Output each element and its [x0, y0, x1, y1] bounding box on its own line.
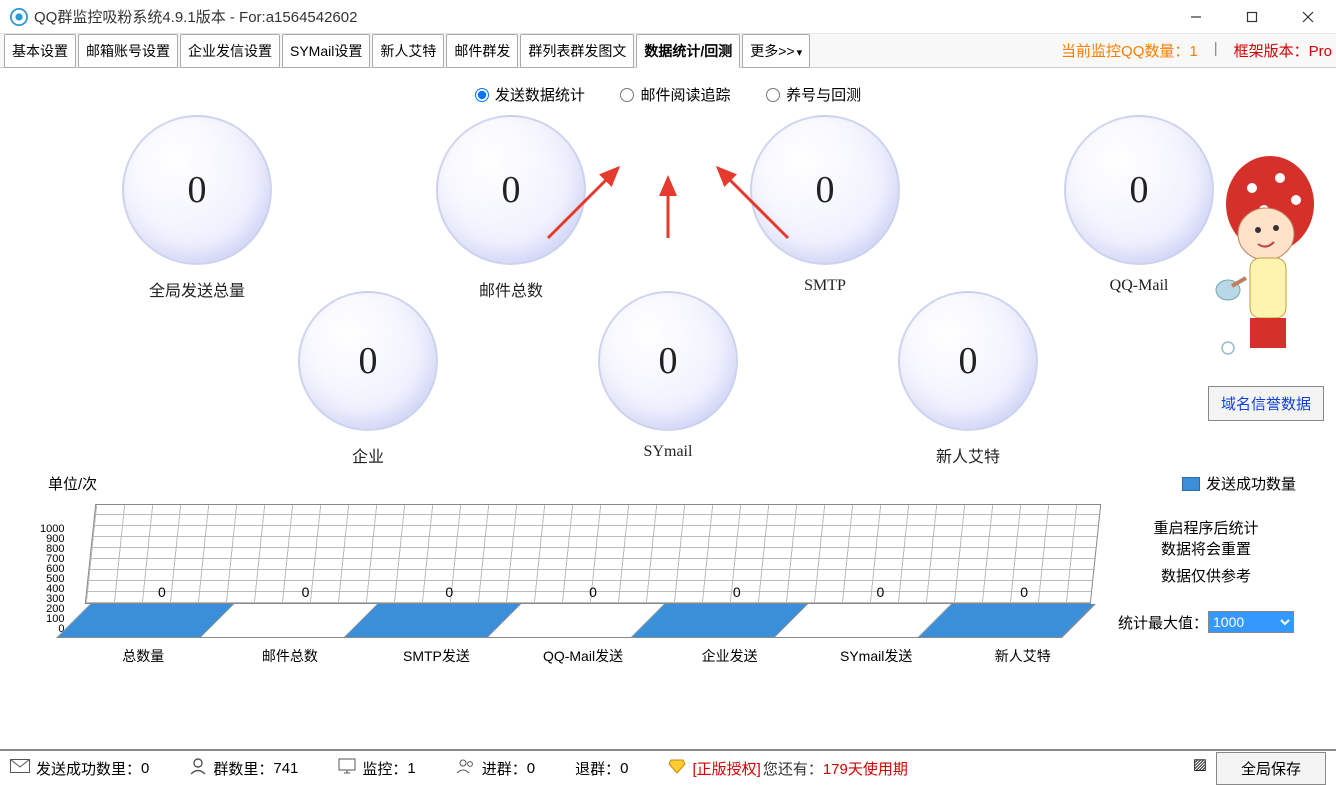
- radio-read-track[interactable]: 邮件阅读追踪: [620, 84, 730, 105]
- footer-group-count: 群数里：741: [189, 757, 298, 779]
- chart-note-reset: 重启程序后统计数据将会重置: [1116, 518, 1296, 560]
- chart-note-reference: 数据仅供参考: [1116, 566, 1296, 587]
- chart-max-value: 统计最大值： 1000: [1116, 611, 1296, 633]
- decoration-right-icon: ▨: [1329, 755, 1336, 781]
- tab-email-accounts[interactable]: 邮箱账号设置: [78, 34, 178, 68]
- envelope-icon: [10, 759, 30, 777]
- status-right: 当前监控QQ数量：1 | 框架版本：Pro: [1061, 40, 1332, 61]
- footer-monitor-count: 监控：1: [338, 758, 415, 779]
- bubble-enterprise: 0 企业: [298, 291, 438, 467]
- decoration-left-icon: ▨: [1187, 755, 1213, 781]
- monitor-icon: [338, 758, 356, 778]
- window-titlebar: QQ群监控吸粉系统4.9.1版本 - For:a1564542602: [0, 0, 1336, 34]
- tab-symail-settings[interactable]: SYMail设置: [282, 34, 370, 68]
- close-button[interactable]: [1280, 1, 1336, 33]
- global-save-button[interactable]: ▨ 全局保存 ▨: [1216, 752, 1326, 785]
- tab-new-member-at[interactable]: 新人艾特: [372, 34, 444, 68]
- tab-mail-mass[interactable]: 邮件群发: [446, 34, 518, 68]
- mascot-image: [1210, 148, 1330, 388]
- person-icon: [189, 757, 207, 779]
- chart-area: 单位/次 10009008007006005004003002001000 00…: [0, 473, 1336, 658]
- annotation-arrows: [538, 158, 798, 251]
- bubbles-row-bottom: 0 企业 0 SYmail 0 新人艾特: [0, 291, 1336, 467]
- minimize-button[interactable]: [1168, 1, 1224, 33]
- app-icon: [10, 8, 28, 26]
- status-footer: 发送成功数里：0 群数里：741 监控：1 进群：0 退群：0 [正版授权]您还…: [0, 749, 1336, 785]
- tab-group-list-mass[interactable]: 群列表群发图文: [520, 34, 634, 68]
- maximize-button[interactable]: [1224, 1, 1280, 33]
- tab-enterprise-send[interactable]: 企业发信设置: [180, 34, 280, 68]
- footer-sent-count: 发送成功数里：0: [10, 758, 149, 779]
- chart-y-axis: 10009008007006005004003002001000: [40, 524, 64, 634]
- tab-basic-settings[interactable]: 基本设置: [4, 34, 76, 68]
- domain-reputation-button[interactable]: 域名信誉数据: [1208, 386, 1324, 421]
- bubble-newmember-at: 0 新人艾特: [898, 291, 1038, 467]
- chart-max-select[interactable]: 1000: [1208, 611, 1294, 633]
- tab-more[interactable]: 更多>>▾: [742, 34, 810, 68]
- radio-send-stats[interactable]: 发送数据统计: [475, 84, 585, 105]
- bubble-qqmail: 0 QQ-Mail: [1064, 115, 1214, 301]
- tab-data-stats[interactable]: 数据统计/回测: [636, 34, 740, 68]
- bubble-symail: 0 SYmail: [598, 291, 738, 467]
- people-icon: [456, 758, 476, 778]
- window-title: QQ群监控吸粉系统4.9.1版本 - For:a1564542602: [34, 6, 1168, 27]
- footer-authorization: [正版授权]您还有：179天使用期: [668, 758, 907, 779]
- bar-chart-3d: 10009008007006005004003002001000 0000000…: [40, 498, 1096, 658]
- chart-y-unit: 单位/次: [48, 473, 1096, 494]
- radio-warmup-backtest[interactable]: 养号与回测: [766, 84, 861, 105]
- diamond-icon: [668, 758, 686, 778]
- footer-join-count: 进群：0: [456, 758, 535, 779]
- chart-legend: 发送成功数量: [1116, 473, 1296, 494]
- footer-leave-count: 退群：0: [575, 758, 628, 779]
- chevron-down-icon: ▾: [797, 47, 803, 59]
- bubble-global-total: 0 全局发送总量: [122, 115, 272, 301]
- radio-row: 发送数据统计 邮件阅读追踪 养号与回测: [0, 68, 1336, 111]
- chart-x-labels: 总数量邮件总数SMTP发送QQ-Mail发送企业发送SYmail发送新人艾特: [70, 646, 1096, 666]
- tab-bar: 基本设置 邮箱账号设置 企业发信设置 SYMail设置 新人艾特 邮件群发 群列…: [0, 34, 1336, 68]
